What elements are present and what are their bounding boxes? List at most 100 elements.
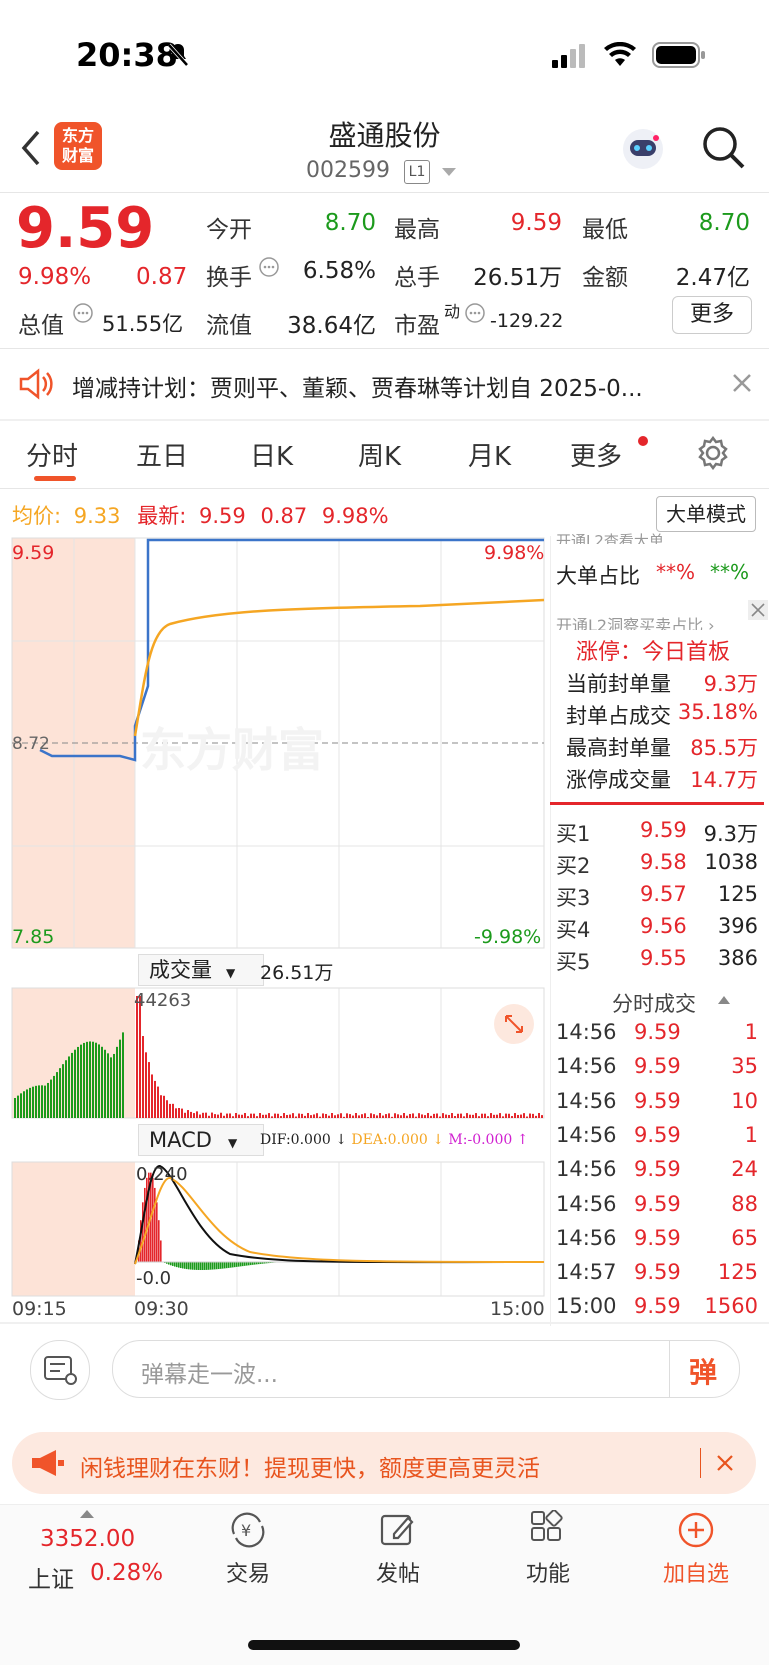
volume-bar	[316, 1113, 318, 1118]
collapse-icon[interactable]	[718, 996, 730, 1004]
bid-row[interactable]: 买1 9.59 9.3万	[556, 818, 762, 848]
macd-bar	[184, 1262, 186, 1269]
bid-row[interactable]: 买4 9.56 396	[556, 914, 762, 944]
volume-bar	[265, 1114, 267, 1118]
volume-bar	[277, 1113, 279, 1118]
megaphone-icon	[32, 1450, 64, 1476]
turnover-value: 6.58%	[302, 258, 376, 284]
volume-bar	[175, 1108, 177, 1118]
index-value[interactable]: 3352.00	[40, 1526, 135, 1552]
settings-gear-icon[interactable]	[696, 436, 730, 470]
tab-trade[interactable]: ¥ 交易	[188, 1510, 308, 1588]
l2-insight-promo[interactable]: 开通L2洞察买卖占比 ›	[556, 612, 715, 630]
tab-intraday[interactable]: 分时	[26, 436, 78, 473]
tab-five-day[interactable]: 五日	[136, 436, 188, 473]
volume-bar	[113, 1053, 115, 1118]
notice-bar[interactable]: 增减持计划：贾则平、董颖、贾春琳等计划自 2025-0...	[0, 349, 769, 419]
more-button[interactable]: 更多	[672, 296, 752, 334]
volume-bar	[253, 1113, 255, 1118]
bid-row[interactable]: 买5 9.55 386	[556, 946, 762, 976]
volume-indicator-select[interactable]: 成交量 ▼	[138, 954, 264, 986]
volume-bar	[17, 1095, 19, 1118]
info-dots-icon[interactable]	[72, 302, 94, 324]
intraday-chart[interactable]: 东方财富	[0, 536, 548, 1326]
tab-post[interactable]: 发帖	[338, 1510, 458, 1588]
volume-bar	[295, 1116, 297, 1118]
volume-bar	[319, 1116, 321, 1118]
tab-function[interactable]: 功能	[488, 1509, 608, 1588]
tab-weekly-k[interactable]: 周K	[358, 436, 401, 473]
tab-more[interactable]: 更多	[570, 436, 622, 473]
dropdown-icon[interactable]	[442, 168, 456, 178]
search-icon[interactable]	[702, 126, 746, 170]
volume-bar	[44, 1085, 46, 1118]
macd-bar	[212, 1262, 214, 1270]
last-label: 最新:	[137, 504, 187, 528]
stock-code: 002599	[306, 158, 390, 183]
big-order-ratio-buy: **%	[656, 560, 696, 584]
volume-bar	[403, 1113, 405, 1118]
volume-bar	[367, 1116, 369, 1118]
volume-bar	[283, 1113, 285, 1118]
limit-stat-row: 当前封单量 9.3万	[556, 668, 762, 698]
low-value: 8.70	[698, 210, 750, 236]
bid-row[interactable]: 买3 9.57 125	[556, 882, 762, 912]
macd-bar	[190, 1262, 192, 1270]
send-danmaku-button[interactable]: 弹	[689, 1351, 717, 1391]
volume-bar	[202, 1112, 204, 1118]
big-order-mode-button[interactable]: 大单模式	[656, 496, 756, 532]
volume-bar	[157, 1086, 159, 1118]
index-pct[interactable]: 0.28%	[90, 1560, 163, 1586]
volume-bar	[499, 1113, 501, 1118]
tab-trade-label: 交易	[225, 1562, 270, 1587]
robot-assistant-icon[interactable]	[618, 124, 668, 174]
bid-price: 9.57	[640, 882, 687, 906]
macd-indicator-select[interactable]: MACD ▼	[138, 1124, 264, 1156]
close-icon[interactable]	[716, 1454, 734, 1472]
volume-bar	[292, 1113, 294, 1118]
tick-time: 14:56	[556, 1122, 617, 1147]
volume-bar	[211, 1112, 213, 1118]
volume-bar	[163, 1095, 165, 1118]
volume-bar	[448, 1114, 450, 1118]
volume-bar	[382, 1115, 384, 1118]
y-top-label: 9.59	[12, 542, 55, 564]
macd-bar	[236, 1262, 238, 1267]
dif-value: DIF:0.000	[260, 1132, 331, 1148]
volume-bar	[214, 1114, 216, 1118]
macd-bar	[156, 1202, 158, 1262]
l2-big-order-promo[interactable]: 开通L2查看大单	[556, 530, 664, 544]
danmaku-settings-button[interactable]	[30, 1340, 90, 1400]
info-dots-icon[interactable]	[258, 256, 280, 278]
tab-add-label: 加自选	[662, 1562, 729, 1587]
limit-up-title: 涨停：今日首板	[576, 640, 731, 665]
expand-up-icon[interactable]	[80, 1510, 94, 1518]
expand-button[interactable]	[494, 1004, 534, 1044]
volume-bar	[104, 1049, 106, 1118]
close-icon[interactable]	[748, 600, 768, 620]
volume-bar	[199, 1114, 201, 1118]
index-name[interactable]: 上证	[28, 1560, 74, 1594]
tab-add-watchlist[interactable]: 加自选	[636, 1510, 756, 1588]
volume-bar	[334, 1115, 336, 1118]
volume-bar	[520, 1114, 522, 1118]
level-badge[interactable]: L1	[404, 160, 430, 184]
volume-bar	[47, 1082, 49, 1118]
macd-bar	[178, 1262, 180, 1268]
ad-banner[interactable]: 闲钱理财在东财！提现更快，额度更高更灵活	[12, 1432, 756, 1494]
info-dots-icon[interactable]	[464, 302, 486, 324]
macd-bar	[244, 1262, 246, 1266]
macd-bar	[216, 1262, 218, 1270]
volume-bar	[397, 1114, 399, 1118]
tab-monthly-k[interactable]: 月K	[468, 436, 511, 473]
limit-stat-row: 涨停成交量 14.7万	[556, 764, 762, 794]
tick-price: 9.59	[634, 1260, 681, 1285]
comment-input[interactable]: 弹幕走一波... 弹	[112, 1340, 740, 1398]
volume-bar	[430, 1115, 432, 1118]
bid-row[interactable]: 买2 9.58 1038	[556, 850, 762, 880]
ticks-title[interactable]: 分时成交	[612, 988, 696, 1018]
close-icon[interactable]	[732, 373, 752, 393]
volume-bar	[331, 1113, 333, 1118]
macd-bar	[200, 1262, 202, 1271]
tab-daily-k[interactable]: 日K	[250, 436, 293, 473]
